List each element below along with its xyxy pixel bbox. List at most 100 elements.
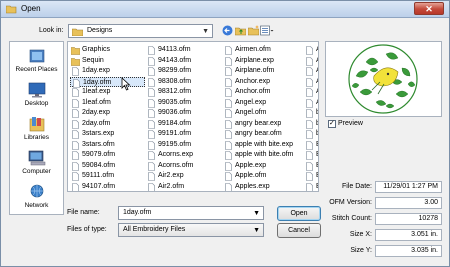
file-list-item[interactable]: Ap xyxy=(304,56,318,67)
file-list-item[interactable]: 99036.ofm xyxy=(146,108,221,119)
file-list-item[interactable]: 99184.ofm xyxy=(146,119,221,130)
file-list-item[interactable]: Air2.exp xyxy=(146,171,221,182)
file-list-item[interactable]: Ba xyxy=(304,150,318,161)
open-button[interactable]: Open xyxy=(277,206,321,221)
file-name-text: Au xyxy=(316,88,318,95)
file-list-item[interactable]: angry bear.ofm xyxy=(223,129,303,140)
file-name-text: 59084.ofm xyxy=(82,161,116,169)
file-list-item[interactable]: Anchor.exp xyxy=(223,77,303,88)
place-libraries[interactable]: Libraries xyxy=(10,116,63,141)
file-name-text: Airplane.ofm xyxy=(235,67,275,74)
file-list-item[interactable]: Angel.exp xyxy=(223,98,303,109)
file-name-text: 98308.ofm xyxy=(158,77,192,85)
folder-icon xyxy=(71,57,80,66)
file-list-item[interactable]: bal xyxy=(304,119,318,130)
file-icon xyxy=(72,182,79,191)
file-list-item[interactable]: Apples.exp xyxy=(223,182,303,191)
file-list-item[interactable]: 94107.ofm xyxy=(70,182,145,191)
file-list-item[interactable]: 94143.ofm xyxy=(146,56,221,67)
file-list-item[interactable]: apple with bite.ofm xyxy=(223,150,303,161)
file-name-text: 1day.ofm xyxy=(83,78,112,86)
cancel-button[interactable]: Cancel xyxy=(277,223,321,238)
file-icon xyxy=(72,98,79,108)
file-name-text: 1day.exp xyxy=(82,67,110,74)
file-list-item[interactable]: 99035.ofm xyxy=(146,98,221,109)
file-list-item[interactable]: Airmen.ofm xyxy=(223,45,303,56)
place-recent-places[interactable]: Recent Places xyxy=(10,48,63,73)
file-list-item[interactable]: 94113.ofm xyxy=(146,45,221,56)
file-list-item[interactable]: 98312.ofm xyxy=(146,87,221,98)
file-list-item[interactable]: Ba xyxy=(304,140,318,151)
open-folder-icon xyxy=(6,5,17,14)
file-list-item[interactable]: Apple.exp xyxy=(223,161,303,172)
title-bar[interactable]: Open ✕ xyxy=(1,1,449,18)
file-list-item[interactable]: Au xyxy=(304,87,318,98)
file-list-item[interactable]: 1day.ofm xyxy=(70,76,145,88)
file-list-item[interactable]: 99195.ofm xyxy=(146,140,221,151)
place-computer[interactable]: Computer xyxy=(10,150,63,175)
file-list-item[interactable]: 1day.exp xyxy=(70,66,145,77)
chevron-down-icon[interactable]: ▼ xyxy=(253,210,260,217)
file-list-item[interactable]: 3stars.ofm xyxy=(70,140,145,151)
up-folder-icon[interactable] xyxy=(235,25,246,36)
file-list-item[interactable]: 1leaf.exp xyxy=(70,87,145,98)
file-list-item[interactable]: bal xyxy=(304,108,318,119)
place-desktop[interactable]: Desktop xyxy=(10,82,63,107)
file-icon xyxy=(225,56,232,66)
file-icon xyxy=(225,67,232,76)
file-list-item[interactable]: bal xyxy=(304,129,318,140)
file-icon xyxy=(148,151,155,160)
file-list-item[interactable]: Ba xyxy=(304,182,318,191)
file-list-item[interactable]: Acorns.ofm xyxy=(146,161,221,172)
chevron-down-icon[interactable]: ▼ xyxy=(202,28,209,35)
file-icon xyxy=(306,172,313,181)
file-name-text: Angel.ofm xyxy=(235,109,267,116)
file-list-item[interactable]: 2day.exp xyxy=(70,108,145,119)
file-list-item[interactable]: Ba xyxy=(304,161,318,172)
file-name-text: Airplane.exp xyxy=(235,56,274,64)
file-list-item[interactable]: apple with bite.exp xyxy=(223,140,303,151)
file-list-item[interactable]: Anchor.ofm xyxy=(223,87,303,98)
file-list-item[interactable]: 99191.ofm xyxy=(146,129,221,140)
file-list-item[interactable]: Au xyxy=(304,98,318,109)
file-name-input[interactable]: 1day.ofm ▼ xyxy=(118,206,264,220)
file-list-item[interactable]: Ba xyxy=(304,171,318,182)
file-icon xyxy=(306,67,313,76)
file-icon xyxy=(225,130,232,139)
file-column-3: Airmen.ofm Airplane.exp Airplane.ofm Anchor… xyxy=(223,45,303,191)
file-list-item[interactable]: Apple.ofm xyxy=(223,171,303,182)
file-list-item[interactable]: Airplane.exp xyxy=(223,56,303,67)
file-icon xyxy=(72,88,79,97)
file-list-item[interactable]: 2day.ofm xyxy=(70,119,145,130)
file-list-item[interactable]: Ap xyxy=(304,66,318,77)
look-in-combo[interactable]: Designs ▼ xyxy=(68,24,213,38)
file-list-item[interactable]: Acorns.exp xyxy=(146,150,221,161)
file-list-item[interactable]: Sequin xyxy=(70,56,145,67)
file-list-item[interactable]: 59079.ofm xyxy=(70,150,145,161)
file-list-item[interactable]: Ap xyxy=(304,77,318,88)
file-list[interactable]: Graphics Sequin 1day.exp 1day.ofm 1leaf.exp 1… xyxy=(67,41,319,192)
back-icon[interactable] xyxy=(222,25,233,36)
close-button[interactable]: ✕ xyxy=(414,2,444,15)
file-list-item[interactable]: 3stars.exp xyxy=(70,129,145,140)
file-list-item[interactable]: Airplane.ofm xyxy=(223,66,303,77)
file-list-item[interactable]: Angel.ofm xyxy=(223,108,303,119)
file-list-item[interactable]: Air2.ofm xyxy=(146,182,221,191)
file-list-item[interactable]: Graphics xyxy=(70,45,145,56)
file-name-text: 98312.ofm xyxy=(158,88,192,95)
preview-checkbox[interactable]: ✓ xyxy=(328,120,336,128)
file-list-item[interactable]: 1leaf.ofm xyxy=(70,98,145,109)
file-list-item[interactable]: angry bear.exp xyxy=(223,119,303,130)
file-icon xyxy=(306,161,313,171)
new-folder-icon[interactable] xyxy=(248,25,259,36)
file-list-item[interactable]: 59111.ofm xyxy=(70,171,145,182)
file-list-item[interactable]: 98308.ofm xyxy=(146,77,221,88)
chevron-down-icon[interactable]: ▼ xyxy=(253,227,260,234)
view-menu-icon[interactable] xyxy=(260,25,274,36)
place-network[interactable]: Network xyxy=(10,184,63,209)
file-icon xyxy=(306,77,313,87)
file-list-item[interactable]: 59084.ofm xyxy=(70,161,145,172)
file-type-select[interactable]: All Embroidery Files ▼ xyxy=(118,223,264,237)
file-list-item[interactable]: Ap xyxy=(304,45,318,56)
file-list-item[interactable]: 98299.ofm xyxy=(146,66,221,77)
